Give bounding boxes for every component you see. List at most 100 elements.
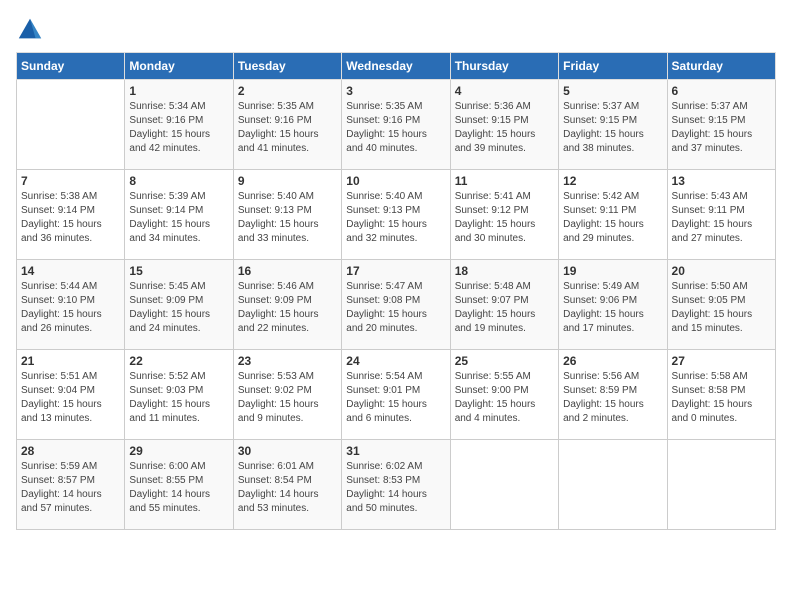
calendar-cell: 22 Sunrise: 5:52 AMSunset: 9:03 PMDayligh… xyxy=(125,350,233,440)
day-number: 14 xyxy=(21,264,120,278)
day-info: Sunrise: 6:02 AMSunset: 8:53 PMDaylight:… xyxy=(346,460,445,516)
week-row-2: 7Sunrise: 5:38 AMSunset: 9:14 PMDaylight… xyxy=(17,170,776,260)
day-info: Sunrise: 5:37 AMSunset: 9:15 PMDaylight:… xyxy=(563,100,662,156)
day-info: Sunrise: 5:46 AMSunset: 9:09 PMDaylight:… xyxy=(238,280,337,336)
day-number: 28 xyxy=(21,444,120,458)
day-number: 4 xyxy=(455,84,554,98)
day-number: 2 xyxy=(238,84,337,98)
day-number: 31 xyxy=(346,444,445,458)
day-info: Sunrise: 5:48 AMSunset: 9:07 PMDaylight:… xyxy=(455,280,554,336)
calendar-cell: 18 Sunrise: 5:48 AMSunset: 9:07 PMDayligh… xyxy=(450,260,558,350)
day-info: Sunrise: 5:40 AMSunset: 9:13 PMDaylight:… xyxy=(238,190,337,246)
calendar-cell: 16 Sunrise: 5:46 AMSunset: 9:09 PMDayligh… xyxy=(233,260,341,350)
day-info: Sunrise: 5:43 AMSunset: 9:11 PMDaylight:… xyxy=(672,190,771,246)
day-number: 24 xyxy=(346,354,445,368)
calendar-cell: 26Sunrise: 5:56 AMSunset: 8:59 PMDayligh… xyxy=(559,350,667,440)
day-number: 12 xyxy=(563,174,662,188)
calendar-cell: 12 Sunrise: 5:42 AMSunset: 9:11 PMDayligh… xyxy=(559,170,667,260)
calendar-cell xyxy=(17,80,125,170)
day-number: 30 xyxy=(238,444,337,458)
week-row-3: 14 Sunrise: 5:44 AMSunset: 9:10 PMDayligh… xyxy=(17,260,776,350)
calendar-cell: 17 Sunrise: 5:47 AMSunset: 9:08 PMDayligh… xyxy=(342,260,450,350)
logo-icon xyxy=(16,16,44,44)
day-info: Sunrise: 5:35 AMSunset: 9:16 PMDaylight:… xyxy=(238,100,337,156)
calendar-cell: 14 Sunrise: 5:44 AMSunset: 9:10 PMDayligh… xyxy=(17,260,125,350)
day-number: 5 xyxy=(563,84,662,98)
day-number: 19 xyxy=(563,264,662,278)
calendar-cell: 15Sunrise: 5:45 AMSunset: 9:09 PMDayligh… xyxy=(125,260,233,350)
calendar-cell: 25Sunrise: 5:55 AMSunset: 9:00 PMDayligh… xyxy=(450,350,558,440)
calendar-cell xyxy=(559,440,667,530)
calendar-cell: 10Sunrise: 5:40 AMSunset: 9:13 PMDayligh… xyxy=(342,170,450,260)
day-number: 22 xyxy=(129,354,228,368)
day-number: 9 xyxy=(238,174,337,188)
header xyxy=(16,16,776,44)
weekday-header-wednesday: Wednesday xyxy=(342,53,450,80)
day-number: 20 xyxy=(672,264,771,278)
calendar-cell: 30 Sunrise: 6:01 AMSunset: 8:54 PMDayligh… xyxy=(233,440,341,530)
day-number: 6 xyxy=(672,84,771,98)
weekday-header-row: SundayMondayTuesdayWednesdayThursdayFrid… xyxy=(17,53,776,80)
day-number: 3 xyxy=(346,84,445,98)
calendar-cell: 21Sunrise: 5:51 AMSunset: 9:04 PMDayligh… xyxy=(17,350,125,440)
calendar-cell: 2 Sunrise: 5:35 AMSunset: 9:16 PMDaylight… xyxy=(233,80,341,170)
day-number: 8 xyxy=(129,174,228,188)
day-info: Sunrise: 5:50 AMSunset: 9:05 PMDaylight:… xyxy=(672,280,771,336)
day-info: Sunrise: 5:40 AMSunset: 9:13 PMDaylight:… xyxy=(346,190,445,246)
calendar-cell: 5 Sunrise: 5:37 AMSunset: 9:15 PMDaylight… xyxy=(559,80,667,170)
day-info: Sunrise: 5:37 AMSunset: 9:15 PMDaylight:… xyxy=(672,100,771,156)
day-number: 13 xyxy=(672,174,771,188)
day-number: 18 xyxy=(455,264,554,278)
calendar-cell: 27 Sunrise: 5:58 AMSunset: 8:58 PMDayligh… xyxy=(667,350,775,440)
day-info: Sunrise: 6:00 AMSunset: 8:55 PMDaylight:… xyxy=(129,460,228,516)
day-info: Sunrise: 5:52 AMSunset: 9:03 PMDaylight:… xyxy=(129,370,228,426)
calendar-cell: 19 Sunrise: 5:49 AMSunset: 9:06 PMDayligh… xyxy=(559,260,667,350)
day-info: Sunrise: 5:35 AMSunset: 9:16 PMDaylight:… xyxy=(346,100,445,156)
day-number: 27 xyxy=(672,354,771,368)
calendar-cell xyxy=(450,440,558,530)
day-number: 16 xyxy=(238,264,337,278)
calendar-table: SundayMondayTuesdayWednesdayThursdayFrid… xyxy=(16,52,776,530)
day-info: Sunrise: 5:36 AMSunset: 9:15 PMDaylight:… xyxy=(455,100,554,156)
day-number: 23 xyxy=(238,354,337,368)
weekday-header-tuesday: Tuesday xyxy=(233,53,341,80)
day-info: Sunrise: 5:42 AMSunset: 9:11 PMDaylight:… xyxy=(563,190,662,246)
day-number: 1 xyxy=(129,84,228,98)
weekday-header-sunday: Sunday xyxy=(17,53,125,80)
day-info: Sunrise: 5:55 AMSunset: 9:00 PMDaylight:… xyxy=(455,370,554,426)
calendar-cell: 31 Sunrise: 6:02 AMSunset: 8:53 PMDayligh… xyxy=(342,440,450,530)
day-info: Sunrise: 5:38 AMSunset: 9:14 PMDaylight:… xyxy=(21,190,120,246)
week-row-1: 1 Sunrise: 5:34 AMSunset: 9:16 PMDaylight… xyxy=(17,80,776,170)
calendar-cell: 20 Sunrise: 5:50 AMSunset: 9:05 PMDayligh… xyxy=(667,260,775,350)
calendar-cell: 24 Sunrise: 5:54 AMSunset: 9:01 PMDayligh… xyxy=(342,350,450,440)
day-info: Sunrise: 5:49 AMSunset: 9:06 PMDaylight:… xyxy=(563,280,662,336)
calendar-cell: 29 Sunrise: 6:00 AMSunset: 8:55 PMDayligh… xyxy=(125,440,233,530)
calendar-cell: 7Sunrise: 5:38 AMSunset: 9:14 PMDaylight… xyxy=(17,170,125,260)
day-info: Sunrise: 5:41 AMSunset: 9:12 PMDaylight:… xyxy=(455,190,554,246)
calendar-cell: 9 Sunrise: 5:40 AMSunset: 9:13 PMDaylight… xyxy=(233,170,341,260)
weekday-header-thursday: Thursday xyxy=(450,53,558,80)
day-info: Sunrise: 5:44 AMSunset: 9:10 PMDaylight:… xyxy=(21,280,120,336)
day-info: Sunrise: 5:53 AMSunset: 9:02 PMDaylight:… xyxy=(238,370,337,426)
day-number: 26 xyxy=(563,354,662,368)
weekday-header-friday: Friday xyxy=(559,53,667,80)
day-number: 11 xyxy=(455,174,554,188)
logo xyxy=(16,16,48,44)
calendar-cell: 8 Sunrise: 5:39 AMSunset: 9:14 PMDaylight… xyxy=(125,170,233,260)
day-info: Sunrise: 5:39 AMSunset: 9:14 PMDaylight:… xyxy=(129,190,228,246)
day-info: Sunrise: 5:34 AMSunset: 9:16 PMDaylight:… xyxy=(129,100,228,156)
day-number: 29 xyxy=(129,444,228,458)
calendar-cell: 23 Sunrise: 5:53 AMSunset: 9:02 PMDayligh… xyxy=(233,350,341,440)
calendar-cell: 13 Sunrise: 5:43 AMSunset: 9:11 PMDayligh… xyxy=(667,170,775,260)
weekday-header-saturday: Saturday xyxy=(667,53,775,80)
week-row-4: 21Sunrise: 5:51 AMSunset: 9:04 PMDayligh… xyxy=(17,350,776,440)
calendar-cell: 3 Sunrise: 5:35 AMSunset: 9:16 PMDaylight… xyxy=(342,80,450,170)
day-info: Sunrise: 5:58 AMSunset: 8:58 PMDaylight:… xyxy=(672,370,771,426)
week-row-5: 28Sunrise: 5:59 AMSunset: 8:57 PMDayligh… xyxy=(17,440,776,530)
day-info: Sunrise: 6:01 AMSunset: 8:54 PMDaylight:… xyxy=(238,460,337,516)
day-info: Sunrise: 5:47 AMSunset: 9:08 PMDaylight:… xyxy=(346,280,445,336)
day-number: 17 xyxy=(346,264,445,278)
calendar-cell: 11 Sunrise: 5:41 AMSunset: 9:12 PMDayligh… xyxy=(450,170,558,260)
day-info: Sunrise: 5:54 AMSunset: 9:01 PMDaylight:… xyxy=(346,370,445,426)
day-number: 21 xyxy=(21,354,120,368)
